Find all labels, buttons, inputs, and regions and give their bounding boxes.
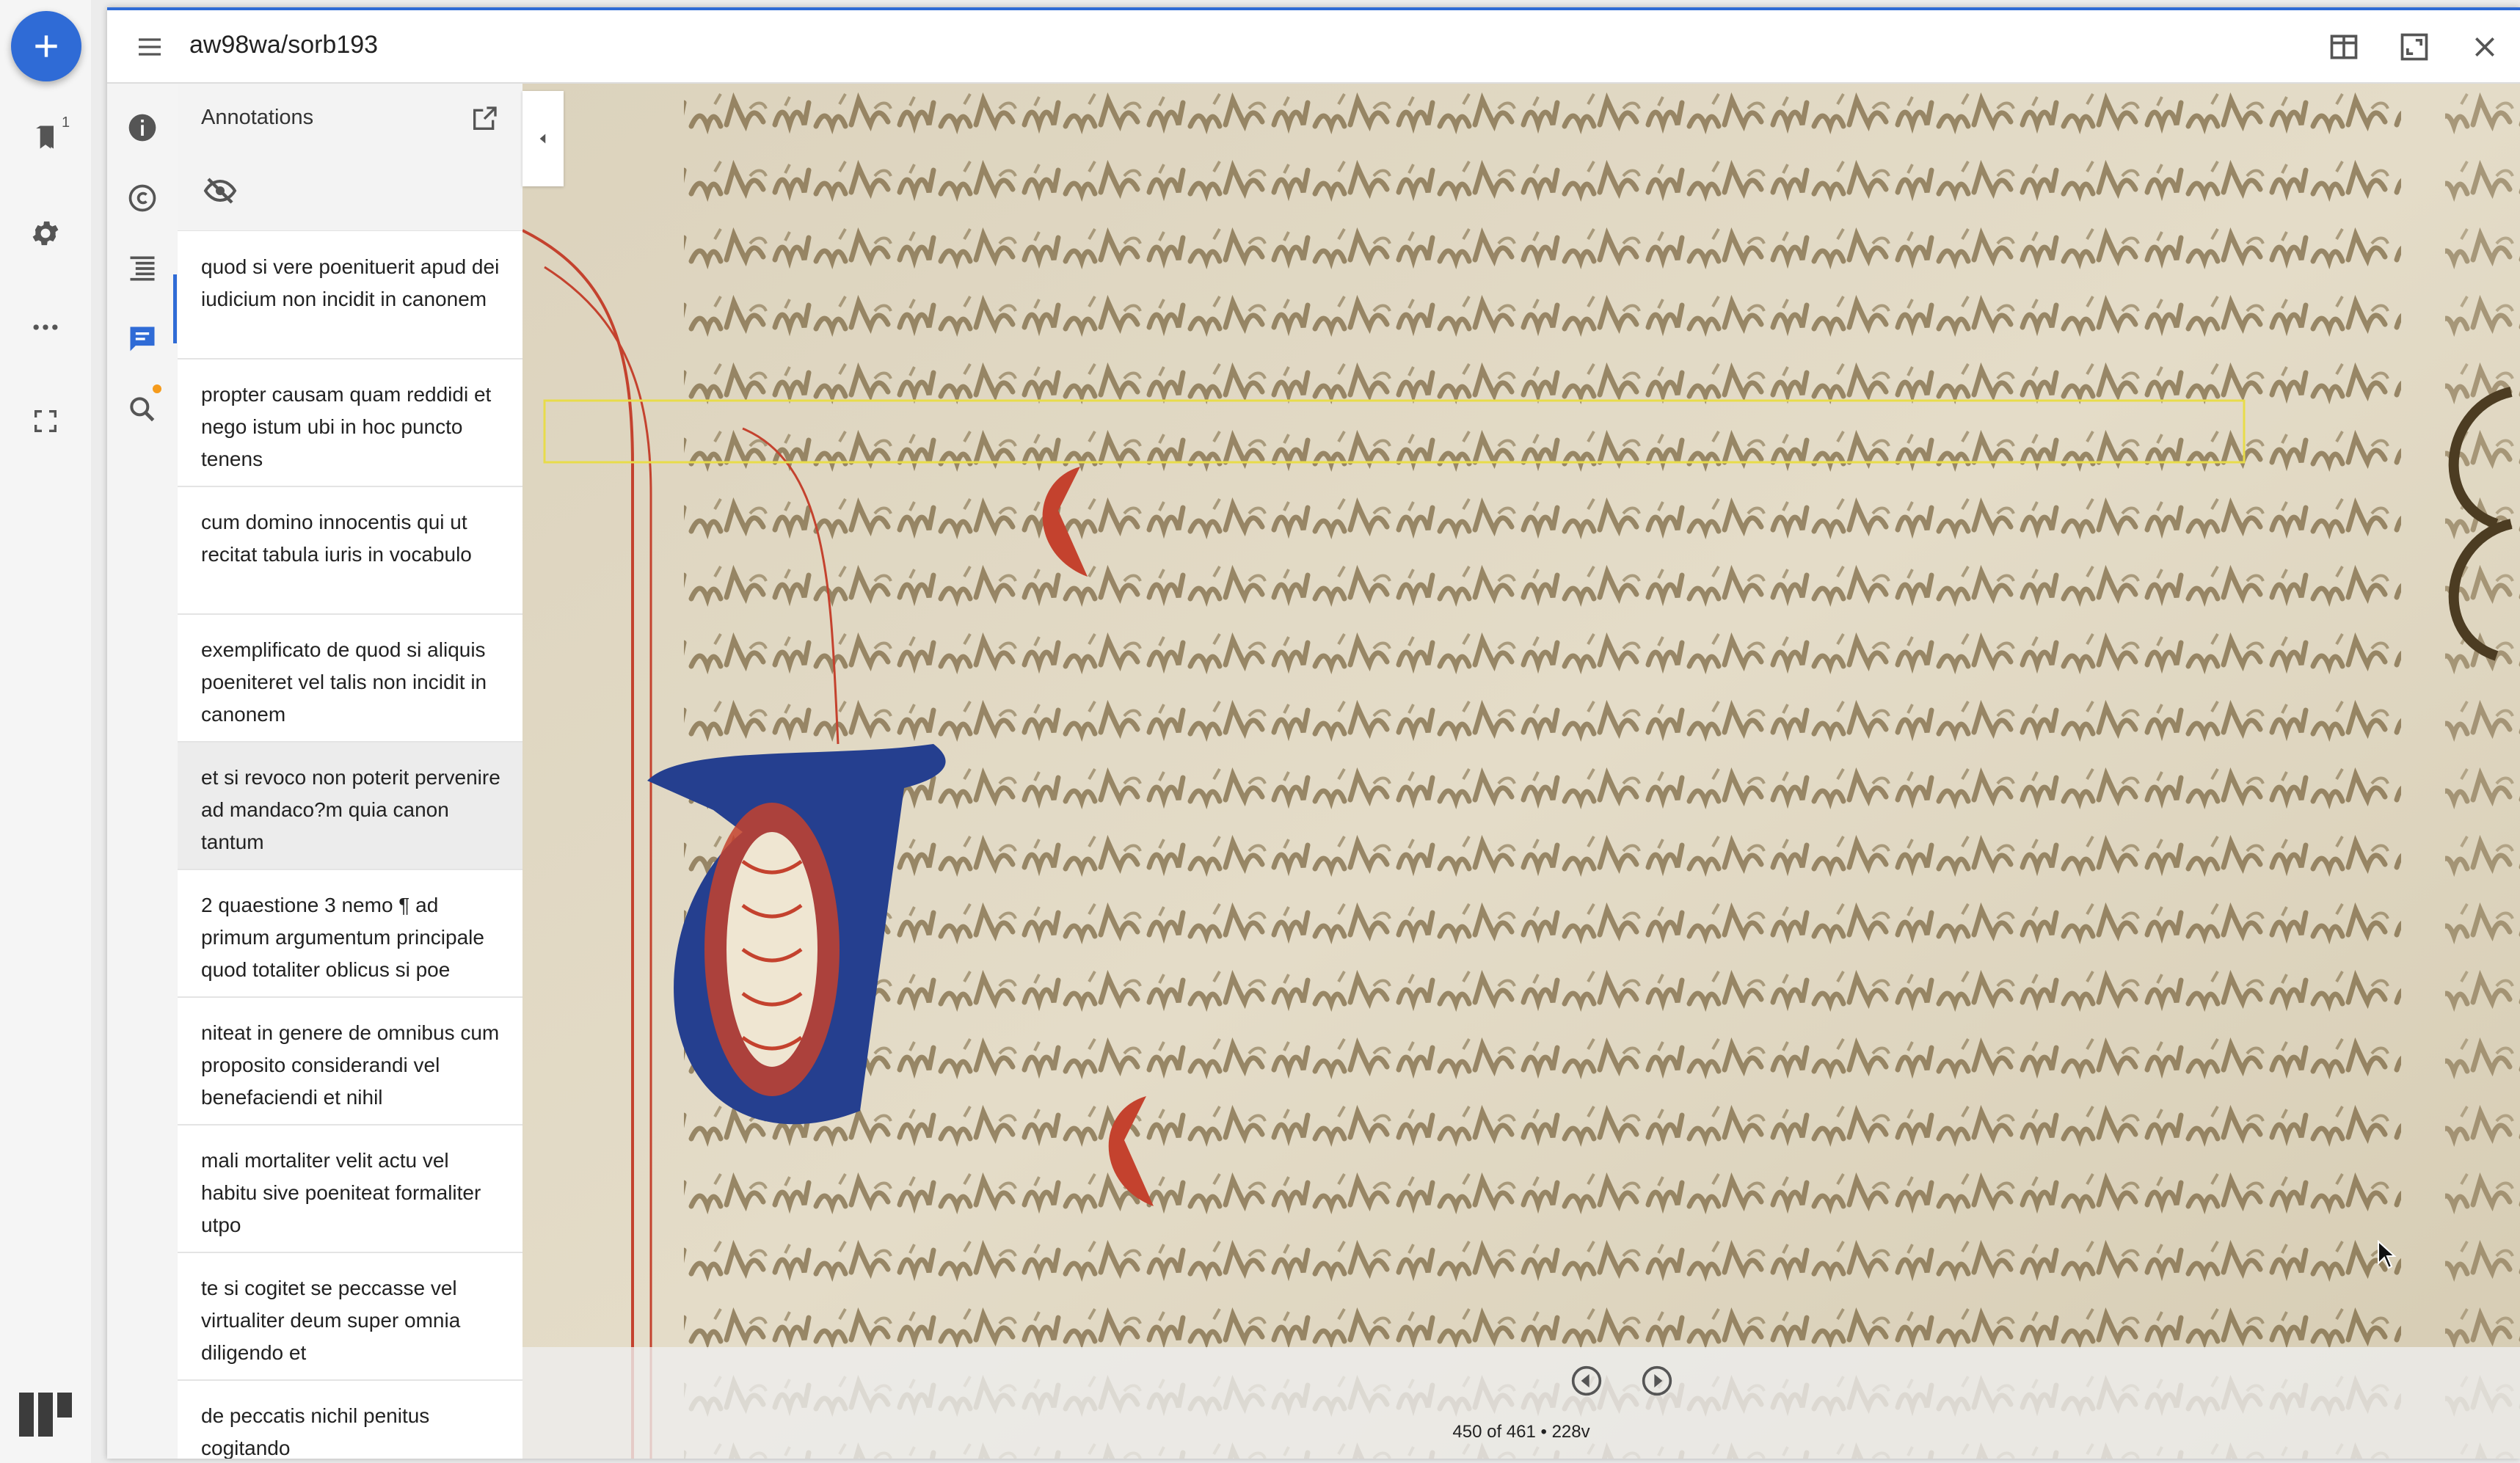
previous-icon — [1571, 1365, 1602, 1396]
companion-rail: 1 — [0, 0, 91, 1463]
annotation-list-item[interactable]: cum domino innocentis qui ut recitat tab… — [178, 487, 522, 615]
tab-index[interactable] — [122, 248, 163, 289]
copyright-icon — [128, 184, 156, 212]
tab-annotations[interactable] — [122, 318, 163, 360]
visibility-off-icon — [203, 178, 237, 204]
maximize-window-button[interactable] — [2394, 26, 2435, 68]
settings-button[interactable] — [25, 213, 66, 254]
tab-rights[interactable] — [122, 178, 163, 219]
toggle-annotation-visibility-button[interactable] — [198, 169, 242, 213]
viewer-window: aw98wa/sorb193 Annotations quod si vere … — [107, 7, 2520, 1459]
active-tab-indicator — [173, 274, 177, 343]
menu-icon — [139, 38, 161, 56]
book-layout-icon — [2330, 34, 2358, 59]
annotations-panel-header: Annotations — [178, 84, 522, 231]
plus-icon — [35, 35, 57, 57]
fullscreen-button[interactable] — [25, 401, 66, 442]
open-in-companion-window-button[interactable] — [464, 98, 505, 139]
chevron-left-icon — [539, 134, 546, 144]
previous-canvas-button[interactable] — [1569, 1363, 1604, 1398]
manuscript-page-image — [522, 84, 2520, 1459]
annotation-list-item-selected[interactable]: et si revoco non poterit pervenire ad ma… — [178, 743, 522, 870]
image-viewer-canvas[interactable]: 450 of 461 • 228v — [522, 84, 2520, 1459]
window-topbar: aw98wa/sorb193 — [107, 10, 2520, 84]
more-options-button[interactable] — [25, 307, 66, 348]
annotation-list-item[interactable]: propter causam quam reddidi et nego istu… — [178, 360, 522, 487]
mirador-logo — [19, 1391, 72, 1442]
close-window-button[interactable] — [2464, 26, 2505, 68]
annotation-list: quod si vere poenituerit apud dei iudici… — [178, 232, 522, 1459]
fullscreen-icon — [34, 410, 57, 432]
collapse-sidebar-button[interactable] — [522, 91, 564, 186]
annotation-list-item[interactable]: quod si vere poenituerit apud dei iudici… — [178, 232, 522, 360]
add-resource-button[interactable] — [11, 11, 81, 81]
info-icon — [128, 114, 156, 142]
next-icon — [1642, 1365, 1672, 1396]
mouse-cursor — [2378, 1240, 2397, 1269]
annotation-list-item[interactable]: de peccatis nichil penitus cogitando — [178, 1381, 522, 1459]
sidebar-icon-strip — [107, 84, 178, 1459]
open-in-new-icon — [473, 106, 497, 130]
viewer-navigation-bar: 450 of 461 • 228v — [522, 1347, 2520, 1459]
window-menu-button[interactable] — [129, 26, 170, 68]
bookmarks-button[interactable] — [25, 117, 66, 158]
tab-information[interactable] — [122, 107, 163, 148]
bookmark-count-badge: 1 — [62, 114, 70, 131]
tab-search[interactable] — [122, 389, 163, 430]
maximize-icon — [2400, 33, 2428, 61]
search-icon — [130, 397, 155, 422]
next-canvas-button[interactable] — [1639, 1363, 1675, 1398]
annotations-panel: Annotations quod si vere poenituerit apu… — [178, 84, 522, 1459]
book-view-button[interactable] — [2323, 26, 2364, 68]
gear-icon — [32, 221, 59, 246]
page-indicator: 450 of 461 • 228v — [1452, 1422, 1590, 1442]
annotation-icon — [130, 326, 155, 351]
annotation-list-item[interactable]: niteat in genere de omnibus cum proposit… — [178, 998, 522, 1125]
annotations-panel-title: Annotations — [201, 106, 314, 129]
bookmark-icon — [36, 125, 54, 149]
window-title: aw98wa/sorb193 — [189, 31, 379, 59]
more-horiz-icon — [33, 324, 58, 330]
close-icon — [2475, 37, 2494, 56]
annotation-list-item[interactable]: 2 quaestione 3 nemo ¶ ad primum argument… — [178, 870, 522, 998]
list-icon — [130, 256, 155, 281]
annotation-list-item[interactable]: te si cogitet se peccasse vel virtualite… — [178, 1253, 522, 1381]
annotation-list-item[interactable]: mali mortaliter velit actu vel habitu si… — [178, 1125, 522, 1253]
annotation-list-item[interactable]: exemplificato de quod si aliquis poenite… — [178, 615, 522, 743]
